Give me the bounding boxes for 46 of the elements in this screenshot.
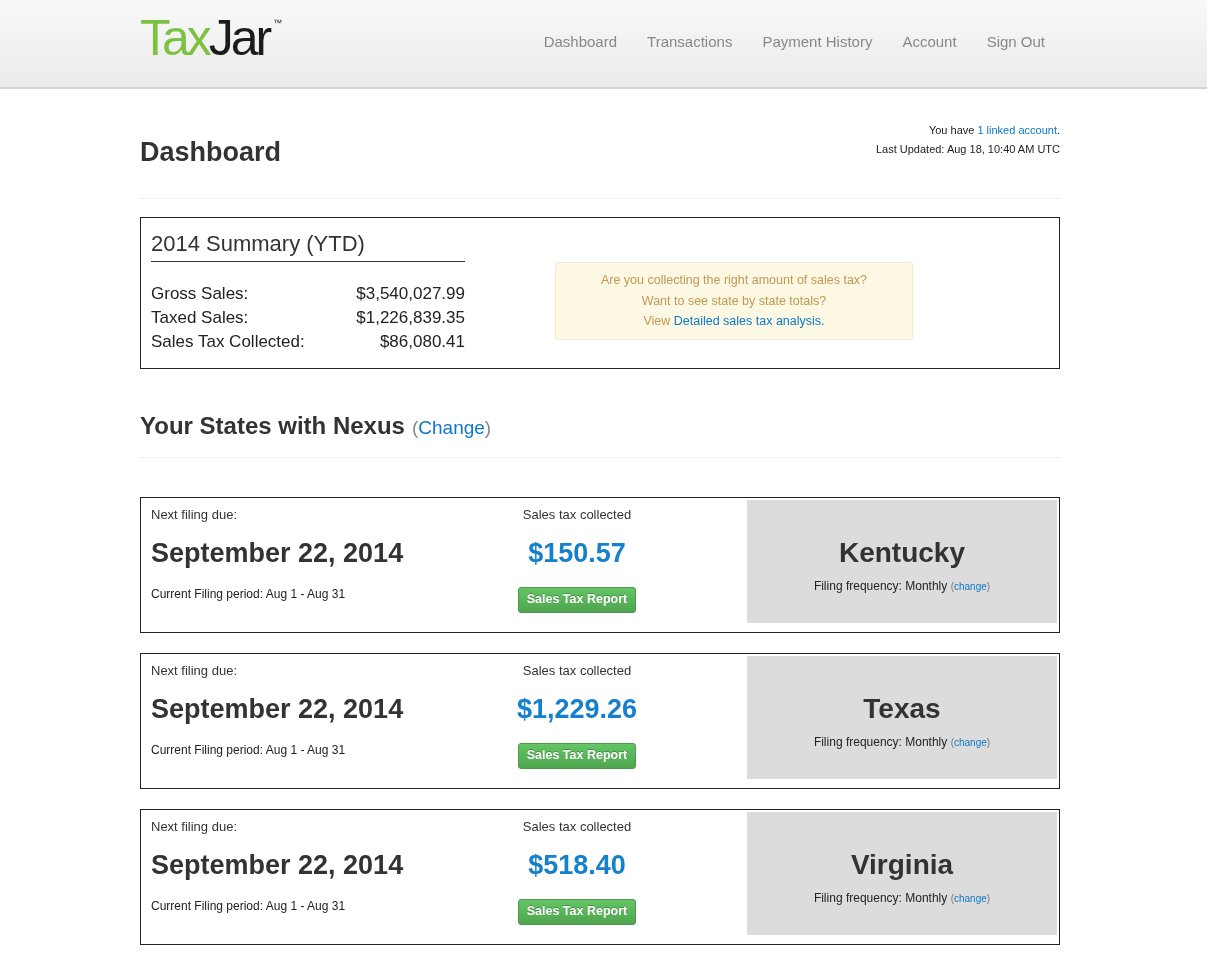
due-date: September 22, 2014 [151,848,404,882]
sales-tax-report-button[interactable]: Sales Tax Report [518,742,636,769]
state-name: Kentucky [838,535,965,570]
filing-period: Current Filing period: Aug 1 - Aug 31 [151,585,346,602]
page-title: Dashboard [140,136,282,169]
summary-value: $86,080.41 [379,331,465,353]
summary-value: $1,226,839.35 [356,307,465,329]
summary-label: Sales Tax Collected: [151,331,305,353]
last-updated: Last Updated: Aug 18, 10:40 AM UTC [875,142,1060,157]
change-note: (Change) [411,416,492,440]
notice-text: Are you collecting the right amount of sales tax? Want to see state by state totals? View Detailed sales tax analysis. [600,272,868,331]
logo[interactable]: TaxJar™ [140,13,283,63]
collected-label: Sales tax collected [522,505,632,524]
nav-link[interactable]: Payment History [747,32,888,52]
summary-value: $3,540,027.99 [356,283,465,305]
linked-account-note: You have 1 linked account. [928,123,1060,138]
filing-period: Current Filing period: Aug 1 - Aug 31 [151,897,346,914]
filing-period: Current Filing period: Aug 1 - Aug 31 [151,741,346,758]
section-title: Your States with Nexus [140,411,405,441]
filing-frequency: Filing frequency: Monthly (change) [813,577,991,595]
due-date: September 22, 2014 [151,692,404,726]
nav-link[interactable]: Transactions [632,32,748,52]
state-name: Virginia [850,847,954,882]
summary-label: Taxed Sales: [151,307,249,329]
filing-frequency: Filing frequency: Monthly (change) [813,733,991,751]
collected-label: Sales tax collected [522,817,632,836]
collected-amount: $518.40 [528,848,626,882]
summary-label: Gross Sales: [151,283,249,305]
nav-link[interactable]: Account [887,32,972,52]
nav-link[interactable]: Dashboard [528,32,633,52]
analysis-link[interactable]: Detailed sales tax analysis. [673,314,825,329]
due-label: Next filing due: [151,817,237,836]
summary-title: 2014 Summary (YTD) [151,230,465,262]
sales-tax-report-button[interactable]: Sales Tax Report [518,586,636,613]
collected-amount: $1,229.26 [516,692,638,726]
nav-link[interactable]: Sign Out [971,32,1060,52]
sales-tax-report-button[interactable]: Sales Tax Report [518,898,636,925]
collected-amount: $150.57 [528,536,626,570]
change-link[interactable]: Change [418,417,485,438]
due-date: September 22, 2014 [151,536,404,570]
state-name: Texas [863,691,941,726]
due-label: Next filing due: [151,661,237,680]
collected-label: Sales tax collected [522,661,632,680]
filing-frequency: Filing frequency: Monthly (change) [813,889,991,907]
due-label: Next filing due: [151,505,237,524]
linked-account-link[interactable]: 1 linked account [977,124,1057,136]
